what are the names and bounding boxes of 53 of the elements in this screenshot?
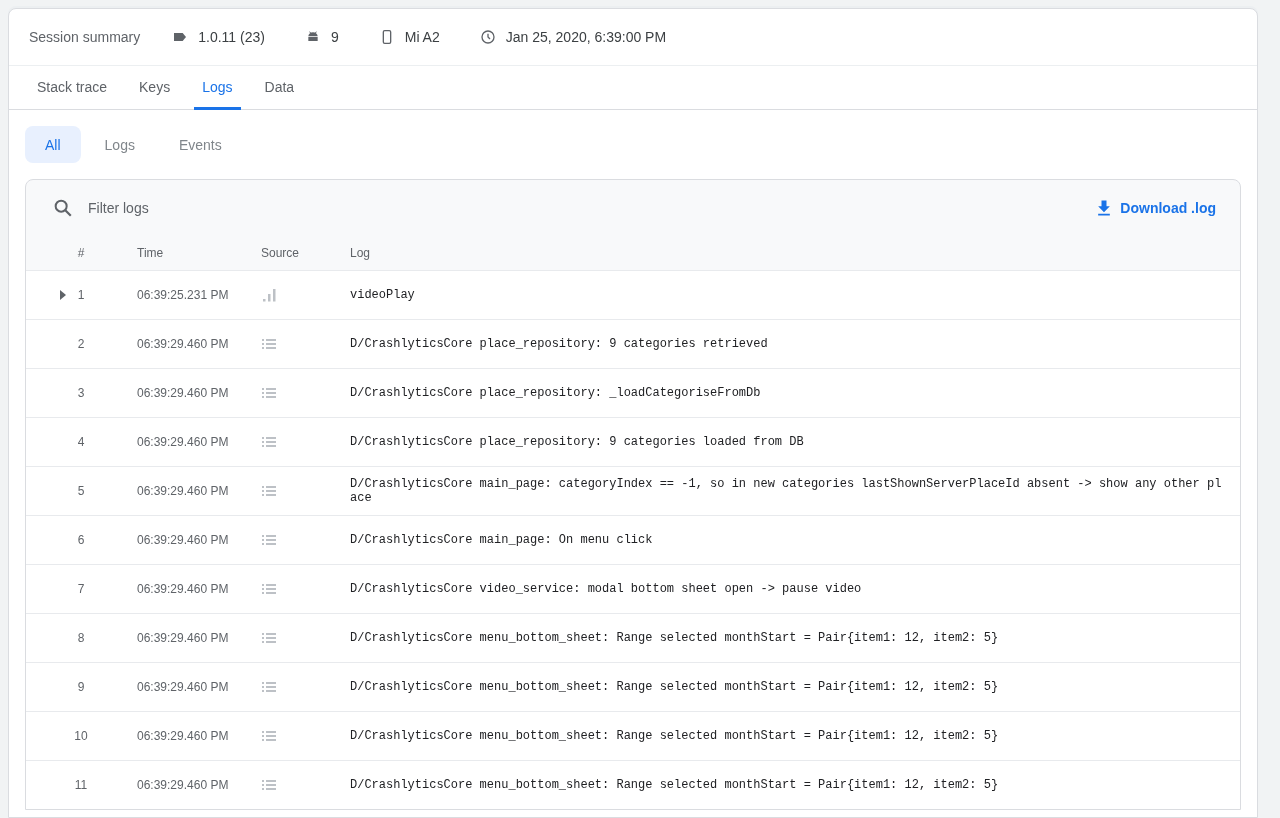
table-cell-text: 7	[76, 582, 86, 596]
tab[interactable]: Logs	[194, 66, 241, 110]
filter-chip[interactable]: All	[25, 126, 81, 163]
download-link[interactable]: Download .log	[1094, 198, 1216, 218]
log-message: D/CrashlyticsCore place_repository: 9 categories loaded from DB	[350, 434, 805, 451]
log-message: D/CrashlyticsCore main_page: On menu click	[350, 532, 654, 549]
table-cell-text: 06:39:29.460 PM	[137, 582, 230, 596]
log-message: D/CrashlyticsCore menu_bottom_sheet: Range selected monthStart = Pair{item1: 12, item2: 5}	[350, 728, 1000, 745]
table-cell-text: 06:39:29.460 PM	[137, 631, 230, 645]
version-text: 1.0.11 (23)	[198, 29, 265, 45]
table-cell-text: 1	[76, 288, 86, 302]
table-cell-text: 6	[76, 533, 86, 547]
table-cell-text: 5	[76, 484, 86, 498]
table-cell-text: 06:39:29.460 PM	[137, 778, 230, 792]
table-cell-text: 9	[76, 680, 86, 694]
table-cell-text: 06:39:29.460 PM	[137, 435, 230, 449]
summary-title: Session summary	[29, 29, 141, 45]
table-cell-text: 06:39:29.460 PM	[137, 533, 230, 547]
table-cell-text: 4	[76, 435, 86, 449]
log-message: videoPlay	[350, 287, 416, 304]
column-header: Source	[261, 246, 301, 260]
tab[interactable]: Stack trace	[29, 66, 116, 110]
log-message: D/CrashlyticsCore main_page: categoryIndex == -1, so in new categories lastShownServerPlaceId absent -> show any other place	[350, 476, 1222, 507]
device-text: Mi A2	[404, 29, 440, 45]
table-cell-text: 06:39:29.460 PM	[137, 680, 230, 694]
log-message: D/CrashlyticsCore video_service: modal bottom sheet open -> pause video	[350, 581, 863, 598]
table-cell-text: 06:39:29.460 PM	[137, 337, 230, 351]
date-text: Jan 25, 2020, 6:39:00 PM	[505, 29, 667, 45]
clock-icon	[479, 29, 496, 45]
table-cell-text: 06:39:25.231 PM	[137, 288, 230, 302]
table-cell-text: 8	[76, 631, 86, 645]
column-header: Log	[350, 246, 372, 260]
table-cell-text: 3	[76, 386, 86, 400]
column-header: Time	[137, 246, 165, 260]
log-message: D/CrashlyticsCore menu_bottom_sheet: Range selected monthStart = Pair{item1: 12, item2: 5}	[350, 777, 1000, 794]
log-message: D/CrashlyticsCore place_repository: 9 categories retrieved	[350, 336, 769, 353]
os-version-text: 9	[330, 29, 339, 45]
search-icon	[52, 197, 74, 219]
log-message: D/CrashlyticsCore menu_bottom_sheet: Range selected monthStart = Pair{item1: 12, item2: 5}	[350, 630, 1000, 647]
table-cell-text: 10	[73, 729, 89, 743]
table-cell-text: 2	[76, 337, 86, 351]
filter-chip[interactable]: Events	[158, 126, 242, 163]
filter-chip[interactable]: Logs	[84, 126, 155, 163]
search-field[interactable]: Filter logs	[86, 199, 390, 217]
table-cell-text: 11	[73, 778, 89, 792]
tab[interactable]: Keys	[131, 66, 179, 110]
table-cell-text: 06:39:29.460 PM	[137, 386, 230, 400]
tab[interactable]: Data	[256, 66, 303, 110]
table-cell-text: 06:39:29.460 PM	[137, 484, 230, 498]
log-message: D/CrashlyticsCore place_repository: _loadCategoriseFromDb	[350, 385, 762, 402]
column-header: #	[76, 246, 86, 260]
log-message: D/CrashlyticsCore menu_bottom_sheet: Range selected monthStart = Pair{item1: 12, item2: 5}	[350, 679, 1000, 696]
table-cell-text: 06:39:29.460 PM	[137, 729, 230, 743]
